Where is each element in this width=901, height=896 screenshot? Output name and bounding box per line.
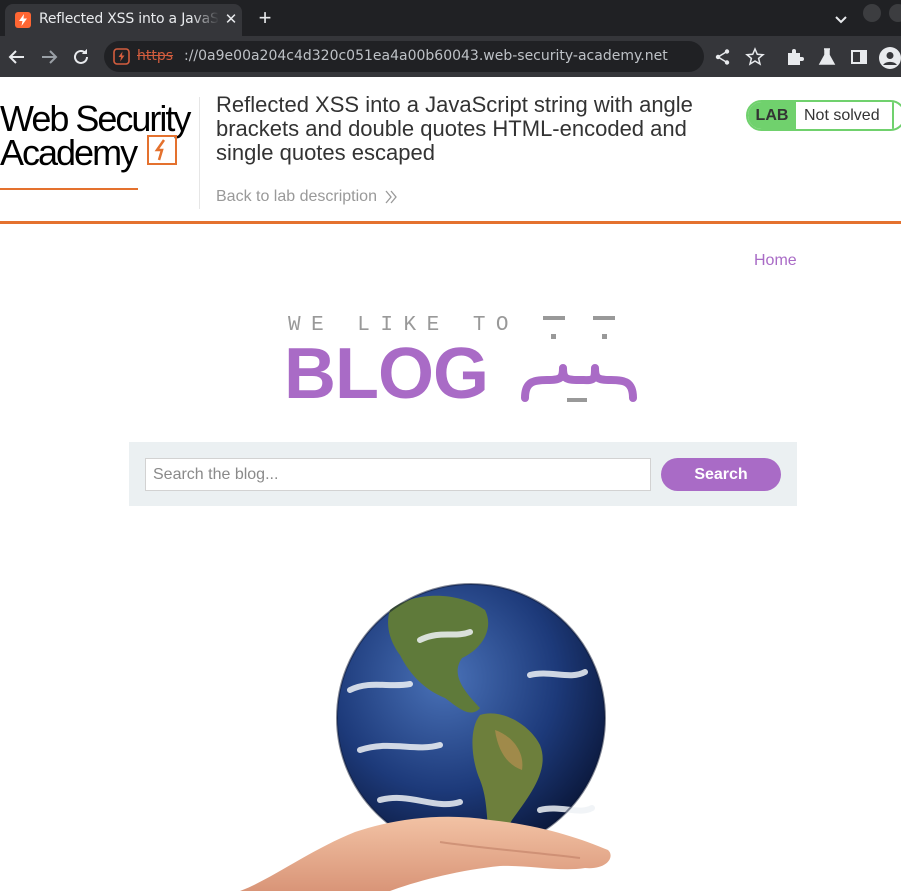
nav-home-link[interactable]: Home	[754, 252, 797, 270]
not-secure-icon[interactable]	[113, 48, 130, 65]
back-arrow-icon[interactable]	[6, 46, 28, 68]
close-icon[interactable]: ✕	[222, 11, 240, 29]
search-button[interactable]: Search	[661, 458, 781, 491]
window-maximize-button[interactable]	[889, 4, 901, 22]
status-divider	[892, 102, 894, 129]
chevron-down-icon[interactable]	[832, 10, 850, 28]
reload-icon[interactable]	[70, 46, 92, 68]
logo-line-2: Academy	[0, 132, 138, 173]
lab-status-text: Not solved	[804, 107, 880, 124]
browser-tab-strip: Reflected XSS into a JavaScript string w…	[0, 0, 901, 36]
url-host: ://0a9e00a204c4d320c051ea4a00b60043.web-…	[184, 48, 668, 64]
url-scheme: https	[137, 48, 174, 64]
lab-tag: LAB	[748, 102, 796, 129]
lab-header: Web Security Academy Reflected XSS into …	[0, 77, 901, 224]
lab-status-badge: LAB Not solved	[746, 100, 901, 131]
tab-title: Reflected XSS into a JavaScript string w…	[39, 11, 219, 27]
search-input[interactable]	[145, 458, 651, 491]
star-icon[interactable]	[745, 47, 765, 67]
lab-title: Reflected XSS into a JavaScript string w…	[216, 92, 693, 165]
profile-icon[interactable]	[879, 47, 901, 69]
logo-underline	[0, 188, 138, 190]
blog-face-icon	[519, 312, 644, 417]
forward-arrow-icon[interactable]	[38, 46, 60, 68]
back-to-lab-description-link[interactable]: Back to lab description	[216, 188, 377, 206]
window-minimize-button[interactable]	[863, 4, 881, 22]
side-panel-icon[interactable]	[849, 47, 869, 67]
header-divider	[199, 97, 200, 209]
blog-post-image[interactable]	[240, 580, 620, 891]
browser-tab-active[interactable]: Reflected XSS into a JavaScript string w…	[5, 4, 242, 36]
share-icon[interactable]	[713, 47, 733, 67]
search-panel: Search	[129, 442, 797, 506]
plus-icon[interactable]: +	[255, 7, 275, 29]
address-bar[interactable]: https ://0a9e00a204c4d320c051ea4a00b6004…	[104, 41, 704, 72]
lightning-icon	[147, 135, 177, 170]
flask-icon[interactable]	[817, 47, 837, 67]
extensions-icon[interactable]	[785, 47, 805, 67]
favicon-icon	[15, 12, 31, 28]
chevron-double-right-icon[interactable]	[384, 189, 398, 205]
blog-wordmark: BLOG	[284, 334, 489, 414]
browser-toolbar: https ://0a9e00a204c4d320c051ea4a00b6004…	[0, 36, 901, 77]
web-security-academy-logo[interactable]: Web Security Academy	[0, 98, 200, 190]
blog-logo: WE LIKE TO BLOG	[284, 312, 646, 414]
